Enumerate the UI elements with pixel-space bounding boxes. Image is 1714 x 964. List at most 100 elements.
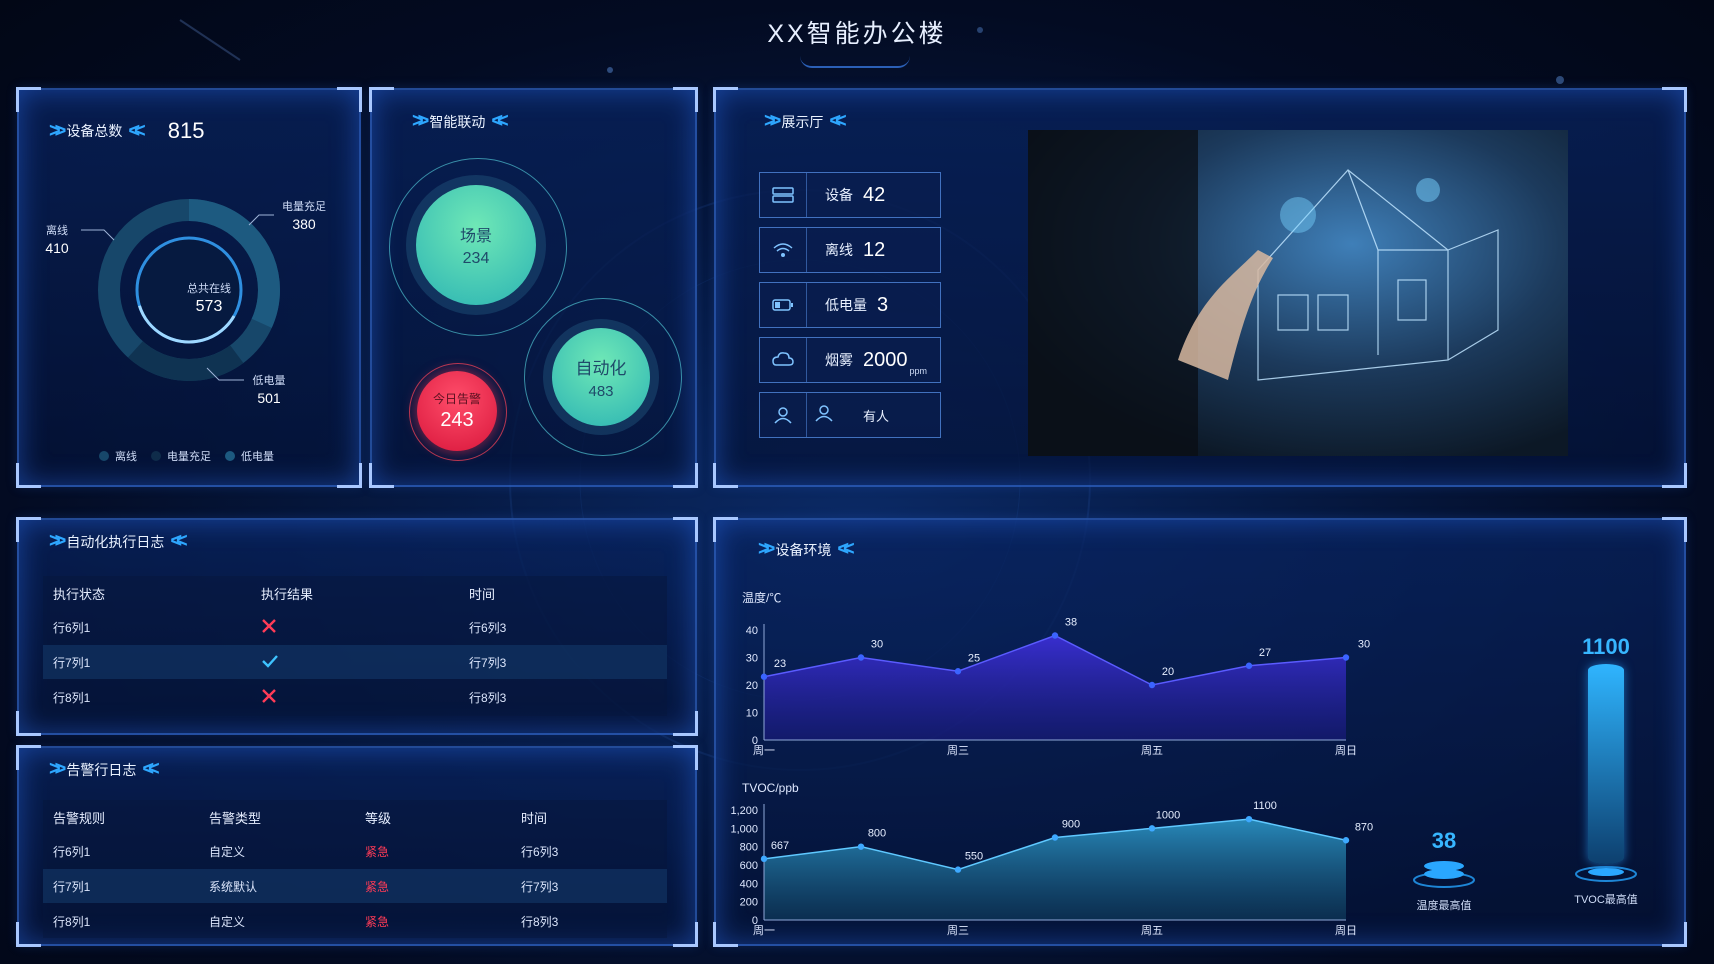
automation-log-panel: >> 自动化执行日志 << 执行状态 执行结果 时间 行6列1 行6列3 行7列1 行…: [16, 517, 698, 736]
tvoc-chart-point: [954, 866, 962, 873]
tvoc-chart-data-label: 667: [771, 840, 789, 852]
table-header: 执行状态 执行结果 时间: [53, 586, 496, 602]
stat-value: 3: [877, 293, 889, 316]
tvoc-max-indicator: 1100 TVOC最高值: [1566, 634, 1646, 907]
tvoc-chart-data-label: 800: [868, 828, 886, 840]
tvoc-chart-y-tick: 1,200: [730, 805, 758, 817]
tvoc-chart-x-tick: 周日: [1335, 924, 1357, 937]
tvoc-chart-y-tick: 200: [740, 897, 758, 909]
temp-chart-data-label: 30: [1358, 639, 1370, 651]
scene-bubble[interactable]: 场景 234: [416, 185, 536, 305]
smart-link-panel: >> 智能联动 << 场景 234 自动化 483 今日告警 243: [369, 87, 698, 488]
automation-log-table: 执行状态 执行结果 时间 行6列1 行6列3 行7列1 行7列3 行8列1 行8列3: [43, 576, 667, 716]
tvoc-chart-y-tick: 800: [740, 842, 758, 854]
scene-value: 234: [462, 250, 490, 267]
table-row[interactable]: 行8列1 行8列3: [43, 680, 667, 714]
chevron-left-icon: <<: [170, 530, 188, 552]
rule-cell: 行7列1: [53, 879, 91, 894]
rule-cell: 行8列1: [53, 914, 91, 929]
temp-max-value: 38: [1431, 828, 1457, 853]
temp-chart-x-tick: 周一: [753, 744, 775, 757]
temp-chart-point: [760, 673, 768, 680]
tvoc-chart-x-tick: 周三: [947, 924, 969, 937]
temp-chart-x-tick: 周五: [1141, 744, 1163, 757]
type-cell: 自定义: [209, 914, 246, 929]
table-row[interactable]: 行7列1 系统默认 紧急 行7列3: [43, 869, 667, 903]
table-row[interactable]: 行8列1 自定义 紧急 行8列3: [43, 904, 667, 938]
tvoc-chart-data-label: 900: [1062, 819, 1080, 831]
level-badge: 紧急: [365, 879, 390, 894]
tvoc-chart-point: [1148, 825, 1156, 832]
temp-chart-data-label: 23: [774, 658, 786, 670]
tvoc-chart-x-tick: 周五: [1141, 924, 1163, 937]
label-battery-full: 电量充足 380: [282, 201, 326, 232]
time-cell: 行6列3: [521, 844, 559, 859]
label-low-battery: 低电量 501: [252, 375, 286, 406]
tvoc-chart-data-label: 550: [965, 851, 983, 863]
table-row[interactable]: 行7列1 行7列3: [43, 645, 667, 679]
stat-value: 42: [863, 183, 886, 206]
stat-name: 低电量: [825, 297, 867, 313]
stat-value: 有人: [863, 408, 890, 424]
table-header: 告警规则 告警类型 等级 时间: [53, 810, 548, 826]
temp-chart-point: [954, 668, 962, 675]
stat-row-wifi: 离线 12: [759, 227, 941, 273]
table-row[interactable]: 行6列1 行6列3: [43, 610, 667, 644]
stat-name: 设备: [825, 187, 853, 203]
pedestal-icon: [1413, 861, 1475, 888]
fail-cross-icon: [261, 688, 277, 707]
temp-chart-point: [1051, 632, 1059, 639]
stat-name: 烟雾: [825, 352, 853, 368]
stat-value: 12: [863, 238, 886, 261]
status-cell: 行8列1: [53, 690, 91, 705]
smoke-icon: [760, 338, 807, 382]
type-cell: 自定义: [209, 844, 246, 859]
donut-legend: 离线 电量充足 低电量: [99, 448, 274, 464]
wifi-icon: [760, 228, 807, 272]
temp-chart-point: [1148, 681, 1156, 689]
temp-chart-x-tick: 周日: [1335, 744, 1357, 757]
panel-title: 展示厅: [781, 113, 824, 130]
table-row[interactable]: 行6列1 自定义 紧急 行6列3: [43, 834, 667, 868]
time-cell: 行6列3: [469, 620, 507, 635]
temp-chart-x-tick: 周三: [947, 744, 969, 757]
rule-cell: 行6列1: [53, 844, 91, 859]
temp-chart-point: [1245, 662, 1253, 669]
chevron-right-icon: >>: [49, 758, 67, 780]
stat-row-people: 有人: [759, 392, 941, 438]
tvoc-chart-y-tick: 1,000: [730, 823, 758, 835]
tvoc-chart-y-tick: 600: [740, 860, 758, 872]
alarm-bubble[interactable]: 今日告警 243: [417, 371, 497, 451]
tvoc-chart-point: [760, 855, 768, 863]
chevron-left-icon: <<: [491, 110, 509, 132]
automation-bubble[interactable]: 自动化 483: [552, 328, 650, 426]
temp-chart-y-tick: 20: [746, 680, 758, 692]
label-offline: 离线 410: [45, 225, 69, 256]
panel-title: 告警行日志: [66, 761, 137, 778]
temp-chart-point: [857, 654, 865, 661]
stat-row-device: 设备 42: [759, 172, 941, 218]
tvoc-chart-axis-label: TVOC/ppb: [742, 781, 799, 795]
temp-chart-axis-label: 温度/℃: [742, 590, 781, 605]
stat-name: 离线: [825, 242, 853, 258]
title-underline: [800, 56, 910, 68]
time-cell: 行7列3: [521, 879, 559, 894]
tvoc-chart-data-label: 870: [1355, 821, 1373, 833]
fail-cross-icon: [261, 618, 277, 637]
page-title: XX智能办公楼: [767, 20, 947, 48]
stat-unit: ppm: [909, 366, 928, 376]
panel-title: 自动化执行日志: [66, 533, 165, 550]
environment-panel: >> 设备环境 << 温度/℃ 0 10 20 30 40 23 30 25 38 20 27 30 周一…: [713, 517, 1687, 947]
temp-chart-y-tick: 40: [746, 625, 758, 637]
temp-max-indicator: 38 温度最高值: [1404, 828, 1484, 913]
temp-chart-data-label: 27: [1259, 647, 1271, 659]
chevron-left-icon: <<: [829, 110, 847, 132]
showroom-image: [1028, 130, 1568, 456]
alarm-log-table: 告警规则 告警类型 等级 时间 行6列1 自定义 紧急 行6列3 行7列1 系统默认 紧急行…: [43, 800, 667, 938]
donut-leader-lines: [81, 214, 274, 381]
temp-chart-data-label: 20: [1162, 666, 1174, 678]
time-cell: 行7列3: [469, 655, 507, 670]
tvoc-chart-area: [764, 819, 1346, 920]
temp-chart-point: [1342, 654, 1350, 661]
tvoc-bar: [1588, 664, 1624, 864]
